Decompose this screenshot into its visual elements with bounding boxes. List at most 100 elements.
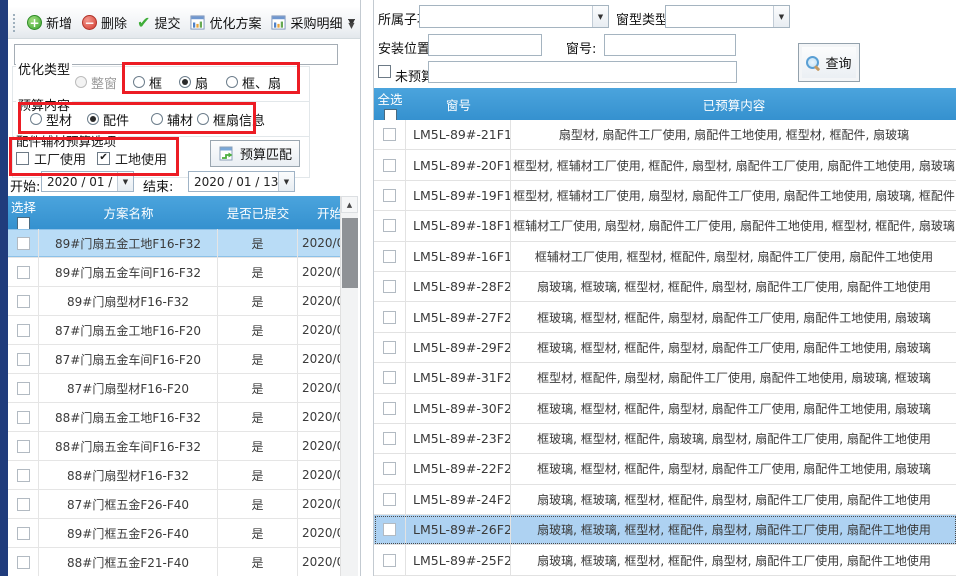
end-date-picker[interactable]: 2020 / 01 / 13 ▼ (188, 171, 295, 192)
plan-table-scrollbar[interactable]: ▲ (340, 196, 358, 576)
window-no-column-header[interactable]: 窗号 (406, 88, 511, 120)
plan-row[interactable]: 89#门扇型材F16-F32 是 2020/0 (8, 287, 340, 316)
window-no-cell: LM5L-89#-23F21 (406, 424, 511, 453)
install-position-input[interactable] (428, 34, 542, 56)
row-checkbox[interactable] (383, 432, 396, 445)
row-checkbox[interactable] (383, 280, 396, 293)
caret-down-icon[interactable]: ▼ (592, 6, 608, 27)
plan-row[interactable]: 89#门框五金F26-F40 是 2020/0 (8, 519, 340, 548)
plan-row[interactable]: 88#门框五金F21-F40 是 2020/0 (8, 548, 340, 576)
select-all-checkbox[interactable] (17, 217, 30, 229)
plan-row[interactable]: 88#门扇型材F16-F32 是 2020/0 (8, 461, 340, 490)
row-checkbox[interactable] (17, 266, 30, 279)
window-row[interactable]: LM5L-89#-19F17 框型材, 框辅材工厂使用, 扇型材, 扇配件工厂使… (374, 181, 956, 211)
window-row[interactable]: LM5L-89#-30F28 框玻璃, 框型材, 框配件, 扇型材, 扇配件工厂… (374, 394, 956, 424)
plan-row[interactable]: 87#门扇五金工地F16-F20 是 2020/0 (8, 316, 340, 345)
budget-match-button[interactable]: 预算匹配 (210, 140, 300, 167)
no-budget-input[interactable] (428, 61, 737, 83)
caret-down-icon[interactable]: ▼ (117, 172, 133, 191)
window-row[interactable]: LM5L-89#-28F26 扇玻璃, 框玻璃, 框型材, 框配件, 扇型材, … (374, 272, 956, 302)
budget-content-radio[interactable]: 型材 (30, 110, 72, 129)
row-checkbox[interactable] (383, 341, 396, 354)
plan-row[interactable]: 88#门扇五金车间F16-F32 是 2020/0 (8, 432, 340, 461)
row-checkbox[interactable] (383, 523, 396, 536)
window-no-input[interactable] (604, 34, 736, 56)
plan-row[interactable]: 89#门扇五金工地F16-F32 是 2020/0 (8, 229, 340, 258)
plan-row[interactable]: 89#门扇五金车间F16-F32 是 2020/0 (8, 258, 340, 287)
row-checkbox[interactable] (383, 554, 396, 567)
window-row[interactable]: LM5L-89#-18F16 框辅材工厂使用, 扇型材, 扇配件工厂使用, 扇配… (374, 211, 956, 241)
select-all-checkbox[interactable] (384, 109, 397, 120)
row-checkbox[interactable] (17, 382, 30, 395)
window-row[interactable]: LM5L-89#-29F27 框玻璃, 框型材, 框配件, 扇型材, 扇配件工厂… (374, 333, 956, 363)
budget-content-radio[interactable]: 辅材 (151, 110, 193, 129)
budgeted-content-column-header[interactable]: 已预算内容 (511, 88, 956, 120)
submitted-column-header[interactable]: 是否已提交 (218, 196, 298, 229)
start-date-picker[interactable]: 2020 / 01 / 1 ▼ (41, 171, 134, 192)
plan-row[interactable]: 87#门扇五金车间F16-F20 是 2020/0 (8, 345, 340, 374)
window-type-select[interactable]: ▼ (665, 5, 790, 28)
row-checkbox[interactable] (383, 219, 396, 232)
window-row[interactable]: LM5L-89#-16F15 框辅材工厂使用, 框型材, 框配件, 扇型材, 扇… (374, 242, 956, 272)
start-column-header[interactable]: 开始 (298, 196, 340, 229)
budget-content-radio[interactable]: 框扇信息 (197, 110, 265, 129)
no-budget-checkbox[interactable] (378, 65, 391, 78)
plan-row[interactable]: 88#门扇五金工地F16-F32 是 2020/0 (8, 403, 340, 432)
scroll-up-icon[interactable]: ▲ (341, 196, 358, 213)
row-checkbox[interactable] (17, 295, 30, 308)
budget-content-radio[interactable]: 配件 (87, 110, 129, 129)
row-checkbox[interactable] (17, 353, 30, 366)
start-date-cell: 2020/0 (298, 432, 340, 460)
row-checkbox[interactable] (17, 324, 30, 337)
window-row[interactable]: LM5L-89#-24F22 扇玻璃, 框玻璃, 框型材, 框配件, 扇型材, … (374, 485, 956, 515)
row-checkbox[interactable] (383, 493, 396, 506)
row-checkbox[interactable] (17, 237, 30, 250)
window-row[interactable]: LM5L-89#-26F24 扇玻璃, 框玻璃, 框型材, 框配件, 扇型材, … (374, 515, 956, 545)
plan-row[interactable]: 87#门框五金F26-F40 是 2020/0 (8, 490, 340, 519)
row-checkbox[interactable] (383, 250, 396, 263)
row-checkbox[interactable] (17, 411, 30, 424)
optimize-type-radio[interactable]: 框 (133, 73, 162, 92)
delete-button[interactable]: − 删除 (77, 10, 132, 35)
window-row[interactable]: LM5L-89#-31F29 框型材, 框配件, 扇型材, 扇配件工厂使用, 扇… (374, 363, 956, 393)
sub-item-select[interactable]: ▼ (419, 5, 609, 28)
plan-name-cell: 88#门框五金F21-F40 (39, 548, 218, 576)
row-checkbox[interactable] (383, 128, 396, 141)
optimize-type-radio[interactable]: 扇 (179, 73, 208, 92)
optimize-type-radio[interactable]: 整窗 (75, 73, 117, 92)
row-checkbox[interactable] (383, 402, 396, 415)
add-button[interactable]: + 新增 (22, 10, 77, 35)
window-row[interactable]: LM5L-89#-25F23 扇玻璃, 框玻璃, 框型材, 框配件, 扇型材, … (374, 545, 956, 575)
row-checkbox[interactable] (17, 556, 30, 569)
window-no-cell: LM5L-89#-28F26 (406, 272, 511, 301)
caret-down-icon[interactable]: ▼ (278, 172, 294, 191)
row-checkbox[interactable] (17, 527, 30, 540)
toolbar-grip[interactable] (13, 14, 17, 32)
row-checkbox[interactable] (383, 462, 396, 475)
submit-button[interactable]: ✔ 提交 (132, 10, 185, 35)
optimize-type-radio[interactable]: 框、扇 (226, 73, 281, 92)
submitted-cell: 是 (218, 403, 298, 431)
toolbar-overflow-button[interactable]: ▼ (345, 13, 358, 35)
row-checkbox[interactable] (383, 371, 396, 384)
window-row[interactable]: LM5L-89#-21F19 扇型材, 扇配件工厂使用, 扇配件工地使用, 框型… (374, 120, 956, 150)
usage-checkbox[interactable]: 工地使用 (97, 149, 167, 168)
row-checkbox[interactable] (17, 469, 30, 482)
window-row[interactable]: LM5L-89#-27F25 框玻璃, 框型材, 框配件, 扇型材, 扇配件工厂… (374, 302, 956, 332)
row-checkbox[interactable] (17, 498, 30, 511)
optimize-plan-button[interactable]: 优化方案 (185, 10, 266, 35)
scrollbar-thumb[interactable] (342, 218, 358, 288)
row-checkbox[interactable] (17, 440, 30, 453)
usage-checkbox[interactable]: 工厂使用 (16, 149, 86, 168)
radio-label: 框 (149, 73, 162, 92)
caret-down-icon[interactable]: ▼ (773, 6, 789, 27)
window-row[interactable]: LM5L-89#-23F21 框玻璃, 框型材, 框配件, 扇玻璃, 扇型材, … (374, 424, 956, 454)
window-row[interactable]: LM5L-89#-22F20 框玻璃, 框型材, 框配件, 扇型材, 扇配件工厂… (374, 454, 956, 484)
row-checkbox[interactable] (383, 311, 396, 324)
window-row[interactable]: LM5L-89#-20F18 框型材, 框辅材工厂使用, 框配件, 扇型材, 扇… (374, 150, 956, 180)
query-button[interactable]: 查询 (798, 43, 860, 82)
row-checkbox[interactable] (383, 189, 396, 202)
plan-name-column-header[interactable]: 方案名称 (39, 196, 218, 229)
row-checkbox[interactable] (383, 159, 396, 172)
plan-row[interactable]: 87#门扇型材F16-F20 是 2020/0 (8, 374, 340, 403)
